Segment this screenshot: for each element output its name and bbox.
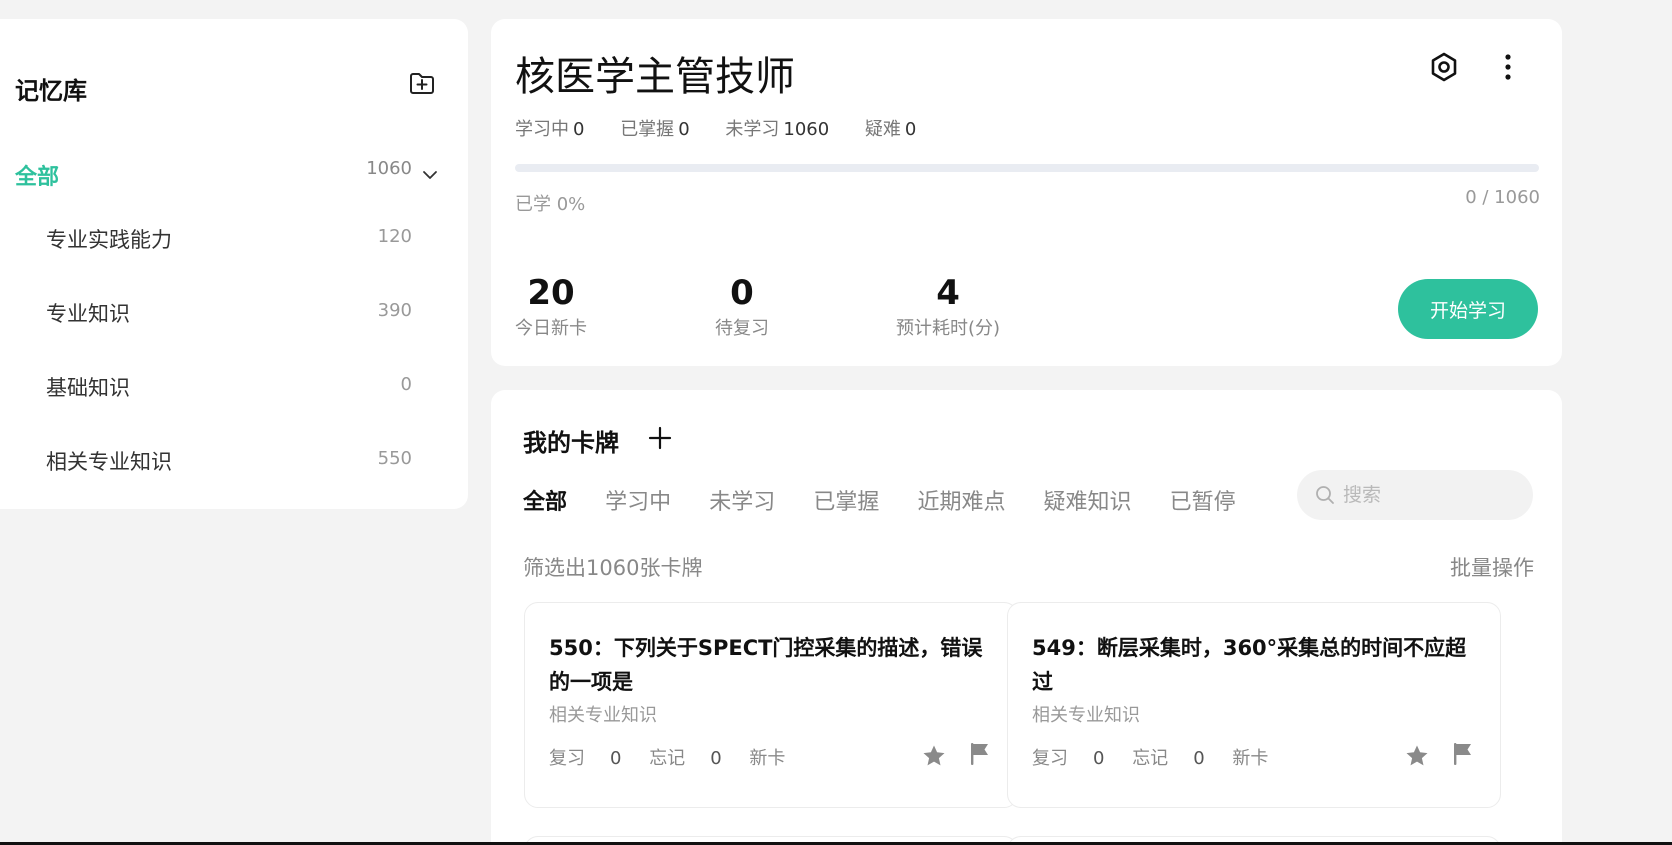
question-card-category: 相关专业知识 <box>549 705 657 726</box>
stat-difficult: 疑难 0 <box>865 119 916 140</box>
tab-learning[interactable]: 学习中 <box>605 484 671 516</box>
learned-percent: 已学 0% <box>515 194 586 215</box>
search-box[interactable] <box>1297 470 1533 520</box>
learned-ratio: 0 / 1060 <box>1465 187 1540 208</box>
question-card[interactable]: 550：下列关于SPECT门控采集的描述，错误的一项是 相关专业知识 复习 0 忘… <box>524 602 1018 808</box>
stat-label: 疑难 <box>864 119 901 140</box>
star-icon[interactable] <box>1404 743 1430 769</box>
sidebar-item-practice[interactable]: 专业实践能力 120 <box>46 224 416 264</box>
tab-all[interactable]: 全部 <box>523 484 567 516</box>
stat-value: 1060 <box>783 119 830 140</box>
stat-mastered: 已掌握 0 <box>620 119 689 140</box>
cards-panel-title: 我的卡牌 <box>523 429 619 457</box>
review-value: 0 <box>1093 748 1105 769</box>
my-cards-panel: 我的卡牌 全部 学习中 未学习 已掌握 近期难点 疑难知识 已暂停 筛选出106… <box>491 390 1562 845</box>
tab-paused[interactable]: 已暂停 <box>1170 484 1236 516</box>
stat-value: 0 <box>904 119 917 140</box>
deck-summary-card: 核医学主管技师 学习中 0 已掌握 0 未学习 1060 疑难 0 已学 0% 0 / … <box>491 19 1562 366</box>
metric-value: 0 <box>730 273 754 313</box>
review-label: 复习 <box>1032 748 1068 769</box>
sidebar-item-related[interactable]: 相关专业知识 550 <box>46 446 416 486</box>
forget-value: 0 <box>1193 748 1205 769</box>
sidebar-item-label: 专业知识 <box>46 302 130 326</box>
metric-label: 今日新卡 <box>515 318 587 339</box>
metric-review: 0 待复习 <box>715 274 769 340</box>
forget-count: 忘记 0 <box>649 748 721 769</box>
app-page: 记忆库 全部 1060 专业实践能力 120 专业知识 390 基础知识 0 相… <box>0 0 1672 845</box>
batch-operation-button[interactable]: 批量操作 <box>1450 552 1534 582</box>
sidebar-item-count: 390 <box>377 300 412 321</box>
stat-value: 0 <box>573 119 585 140</box>
sidebar-item-count: 550 <box>377 448 412 469</box>
review-count: 复习 0 <box>1032 748 1104 769</box>
stat-learning: 学习中 0 <box>515 119 584 140</box>
stat-label: 已掌握 <box>620 119 675 140</box>
deck-stats: 学习中 0 已掌握 0 未学习 1060 疑难 0 <box>515 115 946 141</box>
metric-value: 4 <box>936 273 960 313</box>
search-icon <box>1316 486 1334 504</box>
question-card-category: 相关专业知识 <box>1032 705 1140 726</box>
filter-result-text: 筛选出1060张卡牌 <box>523 556 703 580</box>
settings-hex-icon[interactable] <box>1428 51 1460 83</box>
metric-estimated-time: 4 预计耗时(分) <box>896 274 1000 340</box>
question-card-title: 549：断层采集时，360°采集总的时间不应超过 <box>1032 636 1467 694</box>
plus-icon[interactable] <box>647 425 673 451</box>
search-input[interactable] <box>1343 480 1518 510</box>
metric-label: 预计耗时(分) <box>896 318 1001 339</box>
sidebar-title: 记忆库 <box>15 77 87 105</box>
question-card-stats: 复习 0 忘记 0 新卡 <box>1032 744 1290 770</box>
question-card[interactable]: 549：断层采集时，360°采集总的时间不应超过 相关专业知识 复习 0 忘记 0 … <box>1007 602 1501 808</box>
review-label: 复习 <box>549 748 585 769</box>
metric-label: 待复习 <box>715 318 769 339</box>
card-filter-tabs: 全部 学习中 未学习 已掌握 近期难点 疑难知识 已暂停 <box>523 484 1269 516</box>
tab-unlearned[interactable]: 未学习 <box>709 484 775 516</box>
more-vertical-icon[interactable] <box>1498 51 1518 83</box>
forget-count: 忘记 0 <box>1132 748 1204 769</box>
star-icon[interactable] <box>921 743 947 769</box>
chevron-down-icon[interactable] <box>421 166 439 184</box>
sidebar-all-count: 1060 <box>366 158 412 179</box>
tab-mastered[interactable]: 已掌握 <box>813 484 879 516</box>
metric-value: 20 <box>527 273 575 313</box>
stat-label: 未学习 <box>725 119 780 140</box>
tab-recent-difficult[interactable]: 近期难点 <box>917 484 1005 516</box>
flag-icon[interactable] <box>968 741 992 767</box>
sidebar-item-count: 0 <box>400 374 412 395</box>
sidebar-item-label: 基础知识 <box>46 376 130 400</box>
stat-value: 0 <box>678 119 690 140</box>
sidebar-item-label: 相关专业知识 <box>46 450 172 474</box>
start-learning-button[interactable]: 开始学习 <box>1398 279 1538 339</box>
sidebar-item-all[interactable]: 全部 <box>15 159 59 191</box>
review-value: 0 <box>610 748 622 769</box>
sidebar-item-label: 专业实践能力 <box>46 228 172 252</box>
stat-label: 学习中 <box>515 119 569 140</box>
progress-bar <box>515 164 1539 172</box>
forget-label: 忘记 <box>649 748 686 769</box>
sidebar: 记忆库 全部 1060 专业实践能力 120 专业知识 390 基础知识 0 相… <box>0 19 468 509</box>
metric-new-cards: 20 今日新卡 <box>515 274 587 340</box>
card-status: 新卡 <box>1232 748 1269 769</box>
folder-plus-icon[interactable] <box>408 69 436 97</box>
card-status: 新卡 <box>749 748 786 769</box>
tab-difficult-knowledge[interactable]: 疑难知识 <box>1044 484 1132 516</box>
flag-icon[interactable] <box>1451 741 1475 767</box>
deck-title: 核医学主管技师 <box>515 54 795 100</box>
question-card-title: 550：下列关于SPECT门控采集的描述，错误的一项是 <box>549 636 983 694</box>
forget-label: 忘记 <box>1132 748 1169 769</box>
stat-unlearned: 未学习 1060 <box>725 119 829 140</box>
question-card-stats: 复习 0 忘记 0 新卡 <box>549 744 807 770</box>
sidebar-item-basic[interactable]: 基础知识 0 <box>46 372 416 412</box>
sidebar-item-professional[interactable]: 专业知识 390 <box>46 298 416 338</box>
sidebar-item-count: 120 <box>377 226 412 247</box>
forget-value: 0 <box>710 748 722 769</box>
review-count: 复习 0 <box>549 748 621 769</box>
